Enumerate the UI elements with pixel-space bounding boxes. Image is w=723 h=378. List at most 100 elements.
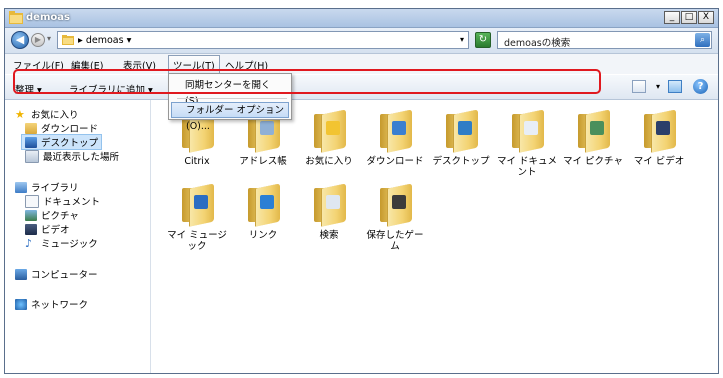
folder-emblem [260,195,274,209]
navigation-pane: ★ お気に入り ダウンロード デスクトップ 最近表示した場所 ライブラリ ドキュ… [5,100,151,373]
folder-item[interactable]: リンク [231,183,295,241]
organize-button[interactable]: 整理 ▾ [15,82,42,96]
window-title: demoas [26,12,70,23]
pictures-icon [25,209,37,221]
title-bar[interactable]: demoas _ □ X [5,9,718,28]
breadcrumb-dropdown[interactable]: ▾ [127,35,132,46]
desktop-folder-icon [444,109,478,153]
folder-label: マイ ドキュメント [496,156,558,178]
change-view-icon[interactable] [632,80,646,93]
breadcrumb-separator[interactable]: ▸ [78,35,83,46]
tools-menu: 同期センターを開く(S)... フォルダー オプション(O)... [168,73,292,132]
folder-label: デスクトップ [432,156,490,167]
folder-label: マイ ピクチャ [563,156,623,167]
folder-label: 検索 [319,230,339,241]
folder-label: マイ ミュージック [167,230,227,252]
folder-emblem [194,195,208,209]
menu-open-sync-center[interactable]: 同期センターを開く(S)... [171,78,289,107]
address-dropdown-button[interactable]: ▾ [460,35,464,44]
menu-view[interactable]: 表示(V) [121,58,158,72]
folder-label: 保存したゲーム [366,230,424,252]
folder-icon [62,35,74,45]
folder-item[interactable]: マイ ドキュメント [495,109,559,178]
favorites-folder-icon [312,109,346,153]
nav-desktop[interactable]: デスクトップ [21,134,103,150]
links-folder-icon [246,183,280,227]
recent-places-icon [25,149,39,163]
folder-item[interactable]: マイ ミュージック [165,183,229,252]
folder-label: ダウンロード [366,156,424,167]
nav-recent-places[interactable]: 最近表示した場所 [25,149,119,163]
downloads-icon [25,122,37,134]
star-icon: ★ [15,107,25,121]
folder-emblem [458,121,472,135]
pictures-folder-icon [576,109,610,153]
forward-button[interactable]: ▶ [31,33,45,47]
menu-file[interactable]: ファイル(F) [11,58,66,72]
folder-emblem [656,121,670,135]
menu-help[interactable]: ヘルプ(H) [223,58,270,72]
folder-emblem [260,121,274,135]
folder-emblem [326,121,340,135]
folder-item[interactable]: デスクトップ [429,109,493,167]
music-icon: ♪ [25,236,33,250]
documents-icon [25,194,39,208]
folder-item[interactable]: 検索 [297,183,361,241]
add-to-library-button[interactable]: ライブラリに追加 ▾ [69,82,153,96]
folder-item[interactable]: ダウンロード [363,109,427,167]
libraries-icon [15,181,27,193]
address-bar-row: ◀ ▶ ▾ ▸ demoas ▾ ▾ ↻ demoasの検索 ⌕ [5,28,718,54]
menu-folder-options[interactable]: フォルダー オプション(O)... [171,102,289,132]
nav-favorites[interactable]: ★ お気に入り [15,107,79,122]
search-input[interactable]: demoasの検索 [504,35,570,49]
folder-label: リンク [248,230,278,241]
music-folder-icon [180,183,214,227]
help-icon[interactable]: ? [693,79,708,94]
downloads-folder-icon [378,109,412,153]
refresh-button[interactable]: ↻ [475,32,491,48]
minimize-button[interactable]: _ [664,11,680,24]
nav-videos[interactable]: ビデオ [25,222,70,236]
close-button[interactable]: X [698,11,714,24]
menu-separator [177,98,287,99]
folder-item[interactable]: 保存したゲーム [363,183,427,252]
recent-pages-dropdown[interactable]: ▾ [47,34,51,43]
folder-emblem [326,195,340,209]
menu-edit[interactable]: 編集(E) [69,58,105,72]
folder-icon [9,11,23,24]
back-button[interactable]: ◀ [11,31,29,49]
file-list: Citrix アドレス帳 お気に入り ダウンロード デスクトップ マイ ドキュメント マイ … [151,100,718,373]
command-bar: 整理 ▾ ライブラリに追加 ▾ ▾ ? [5,75,718,100]
nav-pictures[interactable]: ピクチャ [25,208,79,222]
menu-tools[interactable]: ツール(T) [168,55,220,75]
address-field[interactable]: ▸ demoas ▾ ▾ [57,31,469,49]
folder-item[interactable]: お気に入り [297,109,361,167]
nav-documents[interactable]: ドキュメント [25,194,100,208]
nav-downloads[interactable]: ダウンロード [25,121,98,135]
window-controls: _ □ X [664,11,714,24]
folder-emblem [392,195,406,209]
search-box[interactable]: demoasの検索 ⌕ [497,31,712,49]
folder-item[interactable]: マイ ピクチャ [561,109,625,167]
folder-label: お気に入り [305,156,353,167]
view-options-dropdown[interactable]: ▾ [656,82,660,91]
folder-emblem [590,121,604,135]
computer-icon [15,268,27,280]
search-icon[interactable]: ⌕ [695,33,710,47]
nav-music[interactable]: ♪ ミュージック [25,236,98,251]
maximize-button[interactable]: □ [681,11,697,24]
nav-computer[interactable]: コンピューター [15,267,98,281]
folder-item[interactable]: マイ ビデオ [627,109,691,167]
nav-network[interactable]: ネットワーク [15,297,88,311]
nav-libraries[interactable]: ライブラリ [15,180,79,194]
breadcrumb-demoas[interactable]: demoas [86,35,124,46]
folder-label: Citrix [184,156,210,167]
desktop-icon [25,136,37,148]
searches-folder-icon [312,183,346,227]
menu-bar: ファイル(F) 編集(E) 表示(V) ツール(T) ヘルプ(H) [5,54,718,75]
saved-games-folder-icon [378,183,412,227]
explorer-window: demoas _ □ X ◀ ▶ ▾ ▸ demoas ▾ ▾ ↻ demoas… [4,8,719,374]
documents-folder-icon [510,109,544,153]
preview-pane-icon[interactable] [668,80,682,93]
folder-emblem [392,121,406,135]
